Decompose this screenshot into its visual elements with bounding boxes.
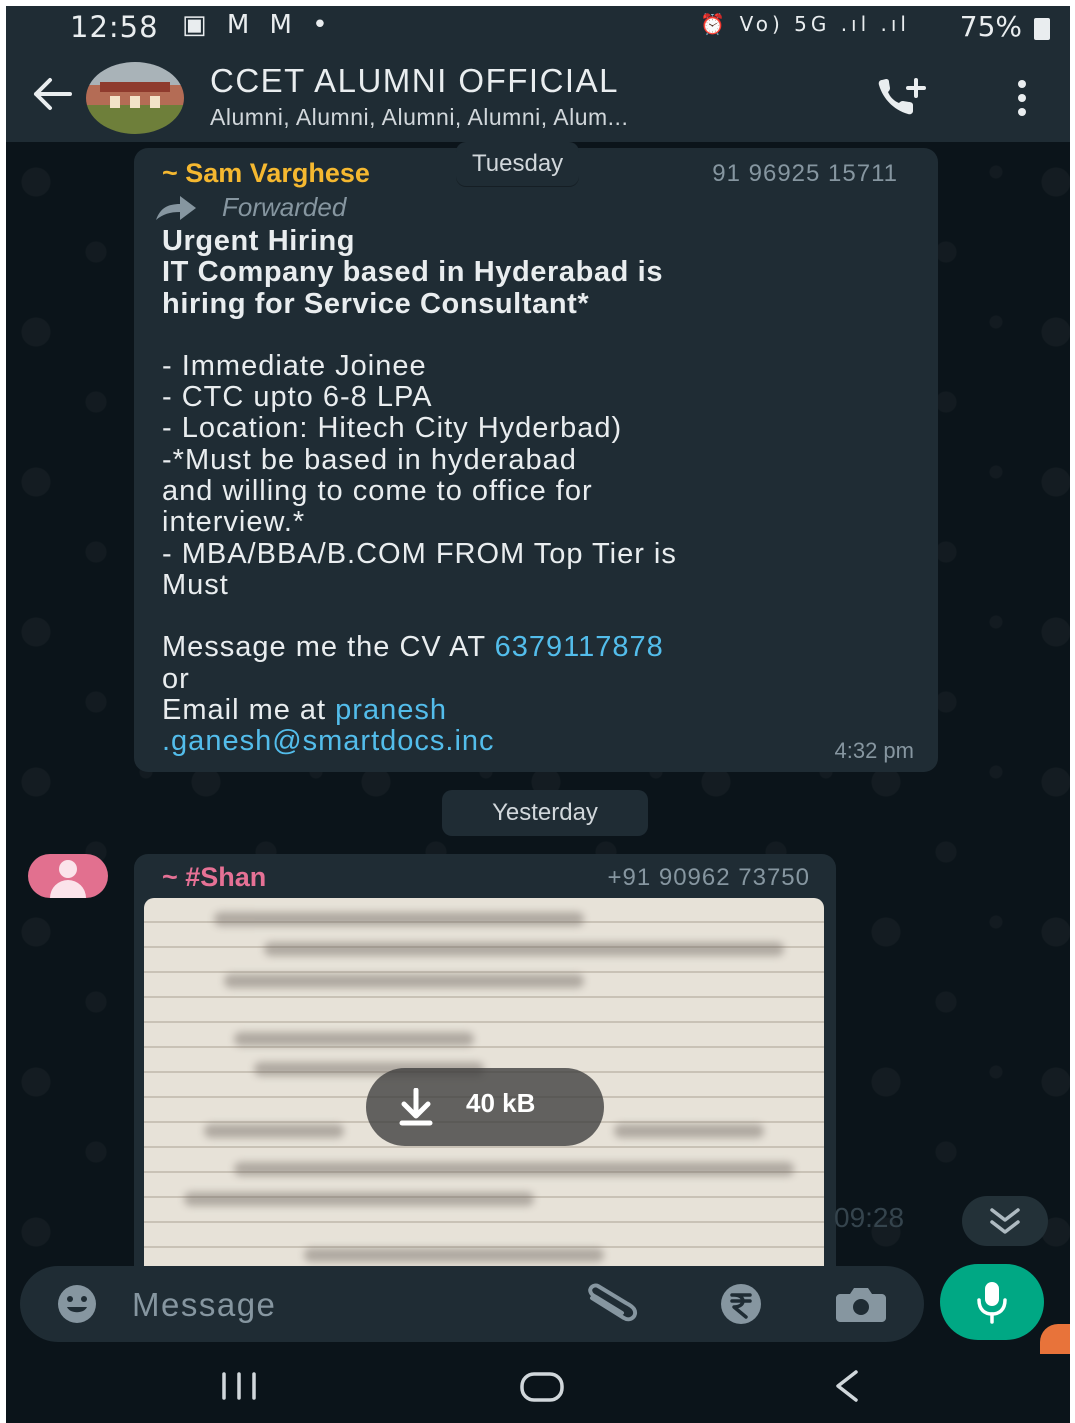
message-line: interview.*	[162, 506, 306, 539]
message-line: IT Company based in Hyderabad is	[162, 256, 664, 289]
signal-icons: ⏰ Vo) 5G .ıl .ıl	[700, 12, 910, 36]
emoji-icon[interactable]	[48, 1280, 106, 1328]
message-text-span: Email me at	[162, 693, 336, 726]
camera-icon[interactable]	[832, 1280, 890, 1328]
message-line: - MBA/BBA/B.COM FROM Top Tier is	[162, 537, 677, 570]
phone-link[interactable]: 6379117878	[495, 631, 664, 663]
battery-icon	[1034, 18, 1050, 40]
message-line: Urgent Hiring	[162, 225, 356, 257]
message-line: Email me at pranesh	[162, 693, 922, 726]
rupee-icon[interactable]	[712, 1280, 770, 1328]
email-link[interactable]: .ganesh@smartdocs.inc	[162, 725, 922, 757]
date-divider: Yesterday	[442, 790, 648, 836]
chat-header: CCET ALUMNI OFFICIAL Alumni, Alumni, Alu…	[6, 50, 1070, 142]
blurred-image-preview[interactable]: 40 kB	[144, 898, 824, 1274]
sender-phone: +91 90962 73750	[607, 864, 810, 891]
message-bubble[interactable]: ~ Sam Varghese 91 96925 15711 Forwarded …	[134, 148, 938, 772]
date-chip: Tuesday	[456, 142, 580, 186]
home-icon[interactable]	[518, 1370, 566, 1404]
voice-record-button[interactable]	[940, 1264, 1044, 1340]
compose-bar	[20, 1266, 924, 1342]
message-text-span: Message me the CV AT	[162, 631, 495, 664]
message-line: or	[162, 662, 190, 695]
message-line: -*Must be based in hyderabad	[162, 443, 577, 476]
message-input[interactable]	[130, 1278, 554, 1332]
download-icon	[399, 1088, 433, 1126]
message-line: - Location: Hitech City Hyderbad)	[162, 412, 623, 445]
message-line: hiring for Service Consultant*	[162, 287, 590, 320]
scroll-to-bottom-button[interactable]	[962, 1196, 1048, 1246]
system-nav-bar	[6, 1356, 1070, 1423]
chevron-double-down-icon	[990, 1208, 1020, 1234]
message-time: 4:32 pm	[834, 738, 915, 763]
attachment-size: 40 kB	[466, 1088, 536, 1118]
sender-avatar[interactable]	[28, 854, 108, 898]
back-icon[interactable]	[830, 1368, 864, 1404]
sender-name[interactable]: ~ #Shan	[162, 862, 266, 893]
message-line: and willing to come to office for	[162, 475, 593, 508]
recents-icon[interactable]	[216, 1370, 262, 1402]
message-line: - Immediate Joinee	[162, 349, 427, 382]
email-link[interactable]: pranesh	[335, 694, 447, 726]
add-call-icon[interactable]	[874, 74, 930, 120]
message-time: 09:28	[834, 1202, 905, 1233]
phone-screen: 12:58 ▣ M M • ⏰ Vo) 5G .ıl .ıl 75% CCET …	[6, 6, 1070, 1423]
message-text: Urgent Hiring IT Company based in Hydera…	[162, 225, 922, 757]
message-line: Must	[162, 568, 229, 601]
mic-icon	[977, 1282, 1007, 1324]
group-title[interactable]: CCET ALUMNI OFFICIAL	[210, 62, 619, 100]
sender-name[interactable]: ~ Sam Varghese	[162, 158, 370, 189]
group-avatar[interactable]	[86, 62, 184, 134]
overlay-badge	[1040, 1324, 1070, 1354]
forward-arrow-icon	[156, 196, 196, 220]
paperclip-icon[interactable]	[582, 1282, 646, 1328]
forwarded-label: Forwarded	[222, 192, 347, 222]
message-line: - CTC upto 6-8 LPA	[162, 381, 433, 414]
status-time: 12:58	[70, 10, 159, 44]
back-arrow-icon[interactable]	[26, 68, 78, 120]
more-vertical-icon[interactable]	[1010, 76, 1034, 120]
download-button[interactable]: 40 kB	[366, 1068, 604, 1146]
image-message-bubble[interactable]: ~ #Shan +91 90962 73750 40 kB	[134, 854, 836, 1274]
status-bar: 12:58 ▣ M M • ⏰ Vo) 5G .ıl .ıl 75%	[6, 6, 1070, 50]
group-members[interactable]: Alumni, Alumni, Alumni, Alumni, Alum...	[210, 104, 850, 131]
battery-percent: 75%	[959, 10, 1022, 43]
notification-icons: ▣ M M •	[182, 10, 334, 40]
message-line: Message me the CV AT 6379117878	[162, 632, 922, 663]
sender-phone: 91 96925 15711	[712, 160, 898, 187]
